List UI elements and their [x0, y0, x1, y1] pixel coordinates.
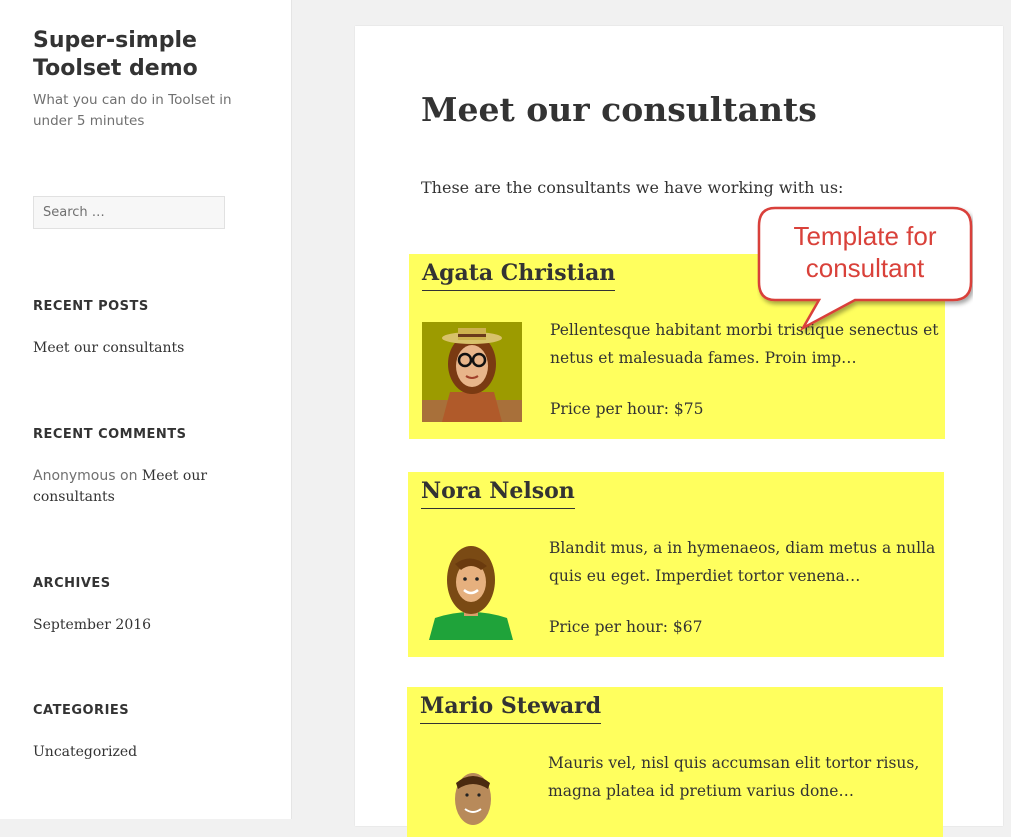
callout-annotation: Template for consultant: [757, 206, 973, 336]
consultant-photo[interactable]: [448, 769, 498, 829]
callout-text: Template for consultant: [793, 221, 937, 283]
site-title[interactable]: Super-simple Toolset demo: [33, 27, 273, 83]
consultant-card: Mario Steward Mauris vel, nisl quis accu…: [407, 687, 943, 837]
sidebar: Super-simple Toolset demo What you can d…: [0, 0, 292, 819]
recent-post-link[interactable]: Meet our consultants: [33, 338, 233, 359]
widget-title-recent-posts: RECENT POSTS: [33, 299, 149, 314]
consultant-name-link[interactable]: Agata Christian: [422, 258, 616, 291]
consultant-photo[interactable]: [421, 540, 521, 640]
recent-comment: Anonymous on Meet our consultants: [33, 466, 233, 508]
category-link[interactable]: Uncategorized: [33, 742, 233, 763]
consultant-price: Price per hour: $67: [549, 618, 703, 636]
widget-title-archives: ARCHIVES: [33, 576, 111, 591]
comment-connector: on: [120, 468, 138, 484]
widget-title-categories: CATEGORIES: [33, 703, 130, 718]
consultant-name-link[interactable]: Nora Nelson: [421, 476, 575, 509]
consultant-name-link[interactable]: Mario Steward: [420, 691, 602, 724]
page-title: Meet our consultants: [421, 90, 817, 129]
consultant-excerpt: Blandit mus, a in hymenaeos, diam metus …: [549, 539, 936, 585]
consultant-excerpt: Mauris vel, nisl quis accumsan elit tort…: [548, 754, 920, 800]
consultant-photo[interactable]: [422, 322, 522, 422]
consultant-price: Price per hour: $75: [550, 400, 704, 418]
search-input[interactable]: Search …: [33, 196, 225, 229]
widget-title-recent-comments: RECENT COMMENTS: [33, 427, 187, 442]
archive-link[interactable]: September 2016: [33, 615, 233, 636]
comment-author: Anonymous: [33, 468, 116, 484]
consultant-card: Nora Nelson Blandit mus, a in hymenaeos,…: [408, 472, 944, 657]
site-description: What you can do in Toolset in under 5 mi…: [33, 92, 232, 129]
page-intro: These are the consultants we have workin…: [421, 178, 844, 197]
